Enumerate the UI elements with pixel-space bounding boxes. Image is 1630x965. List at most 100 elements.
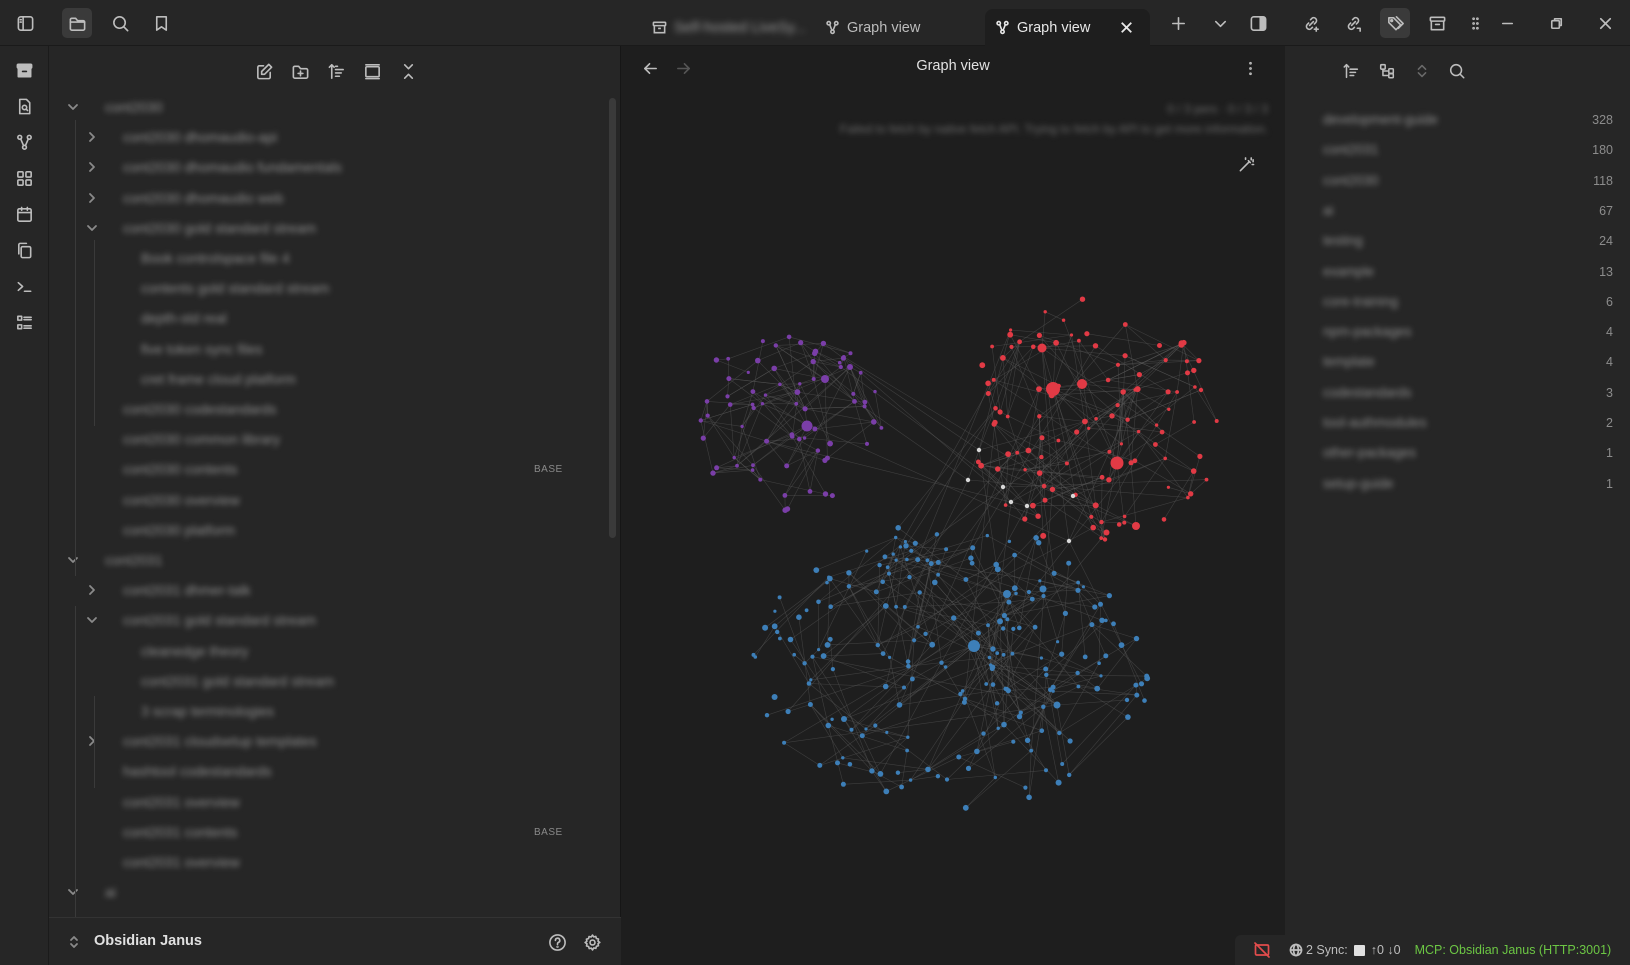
graph-node[interactable]	[1122, 514, 1127, 519]
graph-node[interactable]	[1142, 698, 1147, 703]
tree-file[interactable]: cont2031 overview	[123, 849, 240, 875]
copy-icon[interactable]	[11, 237, 37, 263]
graph-node[interactable]	[1056, 438, 1061, 443]
graph-node[interactable]	[985, 391, 991, 396]
graph-node[interactable]	[798, 340, 804, 346]
show-nested-tags-icon[interactable]	[1374, 58, 1400, 84]
graph-node[interactable]	[958, 691, 963, 697]
graph-node[interactable]	[820, 340, 827, 347]
files-icon[interactable]	[62, 8, 92, 38]
new-note-icon[interactable]	[251, 58, 277, 84]
graph-node[interactable]	[760, 339, 765, 344]
search-icon[interactable]	[1444, 58, 1470, 84]
graph-node[interactable]	[1042, 497, 1048, 503]
graph-node[interactable]	[869, 768, 875, 774]
graph-node[interactable]	[1082, 654, 1088, 660]
graph-node[interactable]	[1048, 392, 1055, 399]
graph-node[interactable]	[1175, 390, 1179, 394]
tag-item[interactable]: other-packages 1	[1323, 439, 1613, 469]
graph-node[interactable]	[1003, 686, 1008, 691]
chevron-right-icon[interactable]	[85, 583, 99, 597]
graph-node[interactable]	[912, 540, 918, 546]
graph-node[interactable]	[962, 804, 969, 811]
graph-node[interactable]	[1011, 626, 1016, 632]
graph-node[interactable]	[1134, 692, 1140, 698]
graph-node[interactable]	[944, 547, 949, 552]
graph-node[interactable]	[802, 436, 807, 440]
graph-node[interactable]	[997, 409, 1003, 415]
graph-node[interactable]	[1041, 593, 1046, 599]
tree-file[interactable]: five token sync files	[141, 336, 262, 362]
settings-gear-icon[interactable]	[579, 929, 605, 955]
graph-node[interactable]	[758, 477, 763, 482]
graph-node[interactable]	[969, 560, 975, 566]
graph-node[interactable]	[726, 356, 731, 361]
graph-node[interactable]	[1074, 429, 1080, 435]
graph-hub-node[interactable]	[847, 364, 853, 370]
graph-node[interactable]	[1000, 484, 1006, 490]
chevron-down-icon[interactable]	[66, 553, 80, 567]
graph-node[interactable]	[1055, 779, 1062, 786]
expand-collapse-icon[interactable]	[1409, 58, 1435, 84]
graph-node[interactable]	[1133, 388, 1138, 392]
close-window-icon[interactable]	[1590, 8, 1620, 38]
graph-node[interactable]	[932, 579, 938, 586]
graph-node[interactable]	[1001, 721, 1007, 728]
graph-hub-node[interactable]	[821, 375, 829, 383]
graph-node[interactable]	[846, 584, 852, 589]
graph-node[interactable]	[1033, 535, 1039, 541]
graph-node[interactable]	[925, 558, 930, 563]
graph-node[interactable]	[1044, 672, 1049, 677]
graph-node[interactable]	[1015, 450, 1020, 455]
restore-icon[interactable]	[1541, 8, 1571, 38]
graph-node[interactable]	[996, 726, 1000, 730]
graph-node[interactable]	[895, 525, 901, 531]
graph-node[interactable]	[824, 642, 831, 648]
graph-node[interactable]	[704, 399, 710, 404]
graph-node[interactable]	[1077, 338, 1081, 343]
graph-node[interactable]	[1038, 579, 1042, 583]
graph-node[interactable]	[1041, 483, 1047, 489]
graph-node[interactable]	[827, 575, 831, 579]
graph-node[interactable]	[975, 459, 981, 465]
graph-node[interactable]	[1214, 419, 1219, 423]
graph-node[interactable]	[929, 641, 936, 648]
graph-node[interactable]	[1059, 651, 1065, 657]
graph-node[interactable]	[1116, 522, 1122, 527]
tree-file[interactable]: cont2031 overview	[123, 789, 240, 815]
graph-node[interactable]	[1067, 772, 1072, 778]
graph-node[interactable]	[1066, 538, 1072, 544]
chevron-right-icon[interactable]	[85, 191, 99, 205]
graph-node[interactable]	[700, 435, 706, 441]
graph-node[interactable]	[1036, 470, 1043, 476]
tree-folder[interactable]: cont2031 cloudsetup templates	[123, 728, 317, 754]
graph-node[interactable]	[750, 389, 756, 394]
graph-node[interactable]	[935, 559, 941, 565]
graph-node[interactable]	[1036, 386, 1042, 392]
graph-node[interactable]	[1076, 580, 1080, 585]
graph-node[interactable]	[943, 665, 948, 669]
graph-node[interactable]	[1008, 499, 1014, 505]
graph-node[interactable]	[1159, 429, 1165, 435]
tab-graph-view-active[interactable]: Graph view	[985, 9, 1150, 46]
graph-node[interactable]	[713, 357, 720, 363]
graph-node[interactable]	[810, 358, 816, 365]
graph-node[interactable]	[979, 362, 986, 369]
graph-node[interactable]	[1031, 344, 1036, 350]
graph-node[interactable]	[817, 648, 821, 652]
tree-file[interactable]: contents gold standard stream	[141, 275, 329, 301]
graph-node[interactable]	[1079, 296, 1086, 302]
graph-node[interactable]	[1070, 493, 1076, 499]
graph-node[interactable]	[763, 393, 768, 397]
graph-node[interactable]	[828, 604, 833, 609]
graph-node[interactable]	[910, 676, 915, 682]
graph-node[interactable]	[939, 660, 944, 665]
graph-node[interactable]	[802, 406, 808, 412]
graph-node[interactable]	[1119, 442, 1123, 446]
graph-node[interactable]	[1069, 333, 1074, 337]
graph-node[interactable]	[760, 402, 765, 406]
graph-node[interactable]	[989, 666, 995, 672]
graph-node[interactable]	[830, 667, 835, 672]
search-icon[interactable]	[105, 8, 135, 38]
graph-node[interactable]	[725, 394, 730, 399]
